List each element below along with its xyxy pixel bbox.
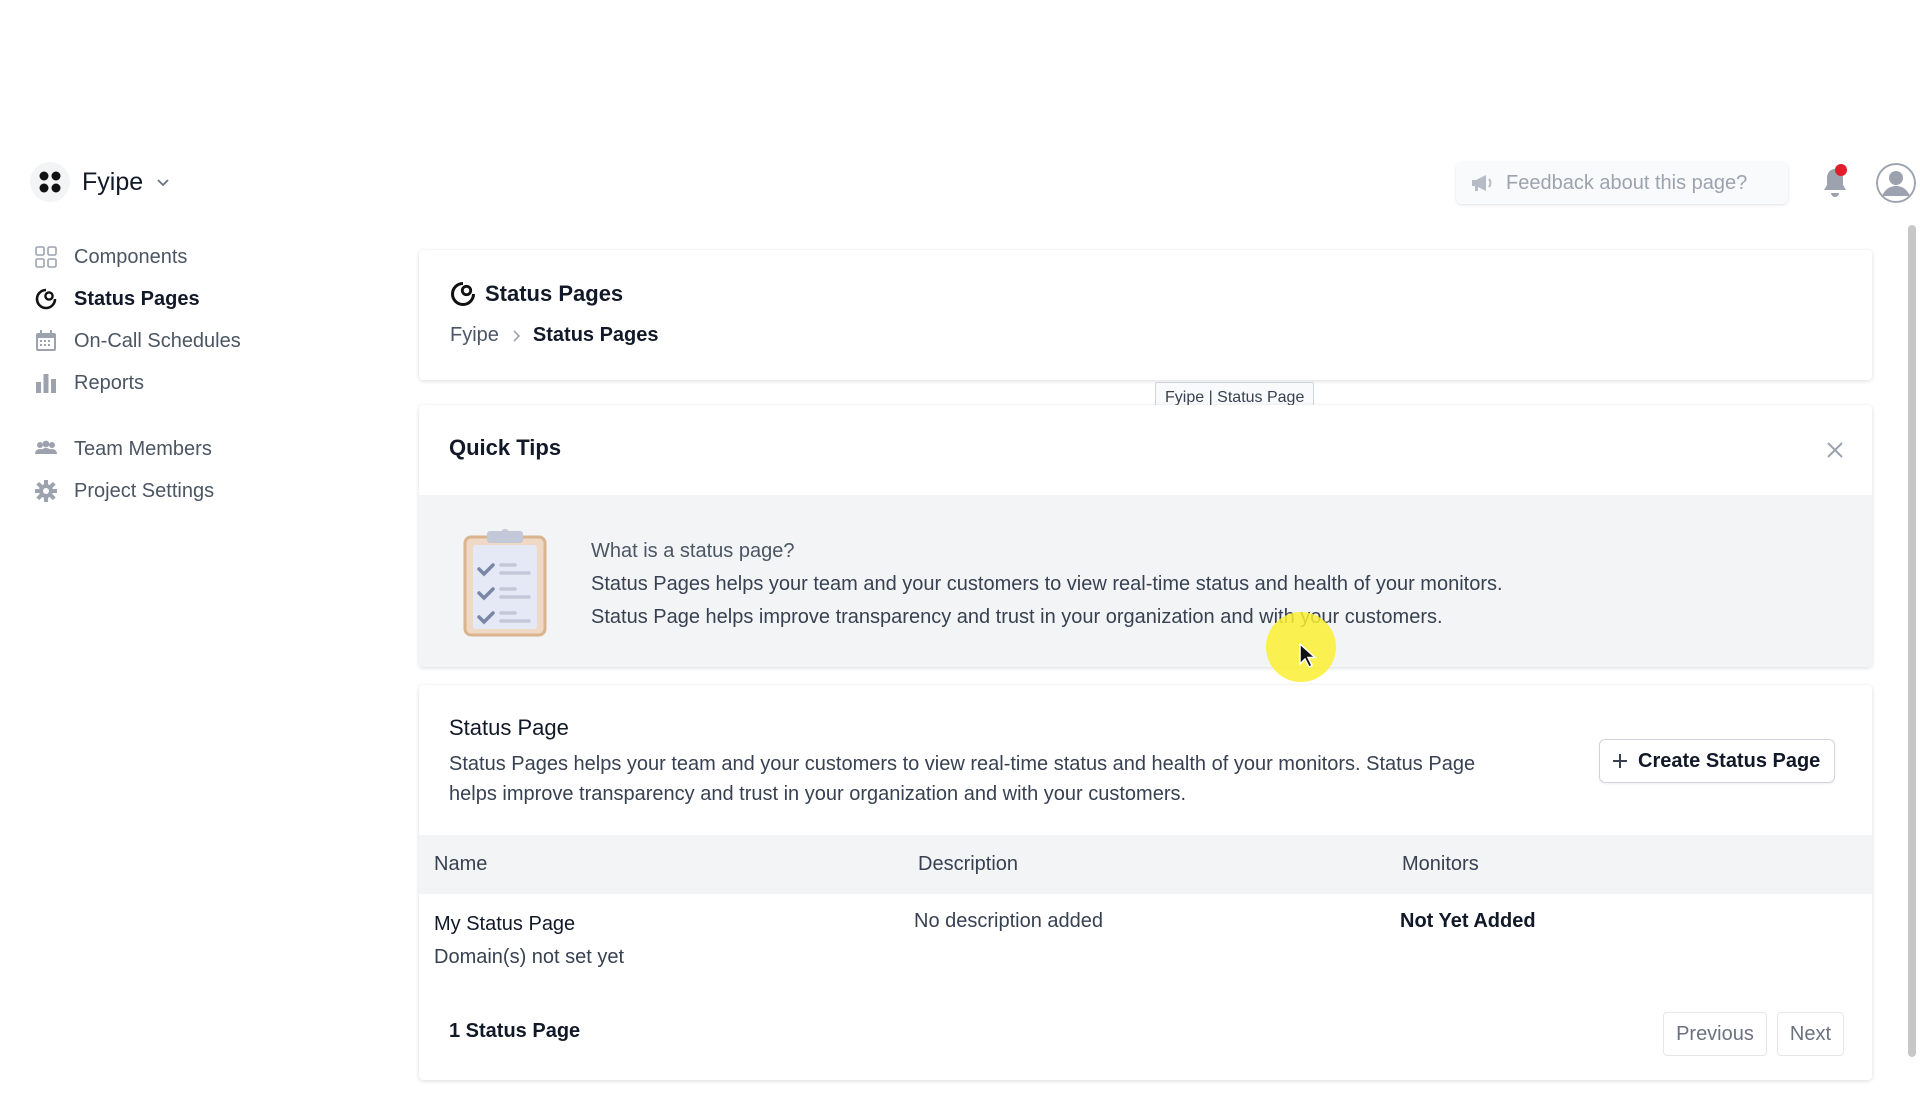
quick-tips-text: What is a status page? Status Pages help…: [591, 535, 1503, 634]
list-description: Status Pages helps your team and your cu…: [449, 753, 1476, 805]
page-title: Status Pages: [449, 280, 623, 308]
calendar-icon: [34, 329, 58, 353]
list-title: Status Page: [449, 715, 569, 740]
page-header-card: Status Pages Fyipe Status Pages: [419, 250, 1872, 380]
clipboard-checklist-icon: [463, 529, 547, 637]
previous-page-button[interactable]: Previous: [1663, 1012, 1767, 1056]
breadcrumb-item-current: Status Pages: [532, 324, 659, 346]
project-switcher[interactable]: Fyipe: [30, 162, 171, 202]
sidebar-item-on-call-schedules[interactable]: On-Call Schedules: [34, 320, 364, 362]
row-monitors: Not Yet Added: [1400, 910, 1536, 932]
quick-tips-card: Quick Tips What is a status page? Status…: [419, 405, 1872, 667]
chevron-down-icon: [157, 179, 169, 187]
sidebar-item-status-pages[interactable]: Status Pages: [34, 278, 364, 320]
tip-question: What is a status page?: [591, 540, 795, 562]
status-pages-icon: [451, 281, 476, 306]
create-status-page-button[interactable]: Create Status Page: [1599, 739, 1836, 783]
bar-chart-icon: [34, 371, 58, 395]
row-description: No description added: [914, 910, 1104, 932]
column-header-name: Name: [434, 853, 488, 875]
sidebar-item-components[interactable]: Components: [34, 236, 364, 278]
next-page-button[interactable]: Next: [1776, 1012, 1844, 1056]
team-icon: [34, 437, 58, 461]
sidebar-item-label: Team Members: [74, 437, 212, 460]
sidebar-item-label: Reports: [74, 371, 145, 394]
components-icon: [34, 245, 58, 269]
top-blank-area: [0, 0, 1920, 150]
table-header: Name Description Monitors: [419, 835, 1872, 894]
page-title-text: Status Pages: [485, 281, 624, 306]
sidebar-item-label: Project Settings: [74, 479, 215, 502]
sidebar-item-label: Status Pages: [74, 287, 200, 310]
project-logo-icon: [30, 162, 70, 202]
mouse-cursor-icon: [1299, 642, 1317, 669]
item-count: 1 Status Page: [449, 1020, 581, 1042]
quick-tips-body: What is a status page? Status Pages help…: [419, 495, 1872, 667]
row-name: My Status Page: [434, 913, 576, 935]
feedback-placeholder: Feedback about this page?: [1506, 171, 1748, 194]
column-header-description: Description: [918, 853, 1019, 875]
row-domain: Domain(s) not set yet: [434, 946, 625, 968]
close-icon[interactable]: [1824, 439, 1846, 461]
notification-badge: [1835, 164, 1847, 176]
table-row[interactable]: My Status Page Domain(s) not set yet No …: [419, 894, 1872, 994]
breadcrumb: Fyipe Status Pages: [450, 324, 659, 347]
tip-line: Status Page helps improve transparency a…: [591, 606, 1443, 628]
megaphone-icon: [1472, 175, 1492, 191]
chevron-right-icon: [513, 329, 521, 342]
feedback-input[interactable]: Feedback about this page?: [1456, 162, 1788, 204]
sidebar-item-team-members[interactable]: Team Members: [34, 428, 364, 470]
gear-icon: [34, 479, 58, 503]
breadcrumb-item-project[interactable]: Fyipe: [450, 324, 499, 347]
sidebar-item-project-settings[interactable]: Project Settings: [34, 470, 364, 512]
plus-icon: [1613, 754, 1627, 768]
status-pages-icon: [34, 287, 58, 311]
sidebar: Components Status Pages On-Call Schedule…: [34, 236, 364, 512]
sidebar-item-label: Components: [74, 245, 188, 268]
quick-tips-title: Quick Tips: [449, 435, 562, 460]
scrollbar-thumb[interactable]: [1908, 225, 1916, 1057]
create-button-label: Create Status Page: [1638, 749, 1821, 772]
tip-line: Status Pages helps your team and your cu…: [591, 573, 1503, 595]
status-page-list-card: Status Page Status Pages helps your team…: [419, 685, 1872, 1080]
sidebar-item-reports[interactable]: Reports: [34, 362, 364, 404]
sidebar-divider: [34, 404, 364, 428]
project-name: Fyipe: [82, 167, 144, 196]
column-header-monitors: Monitors: [1402, 853, 1479, 875]
avatar[interactable]: [1876, 163, 1916, 203]
pagination: Previous Next: [1663, 1012, 1844, 1056]
sidebar-item-label: On-Call Schedules: [74, 329, 241, 352]
